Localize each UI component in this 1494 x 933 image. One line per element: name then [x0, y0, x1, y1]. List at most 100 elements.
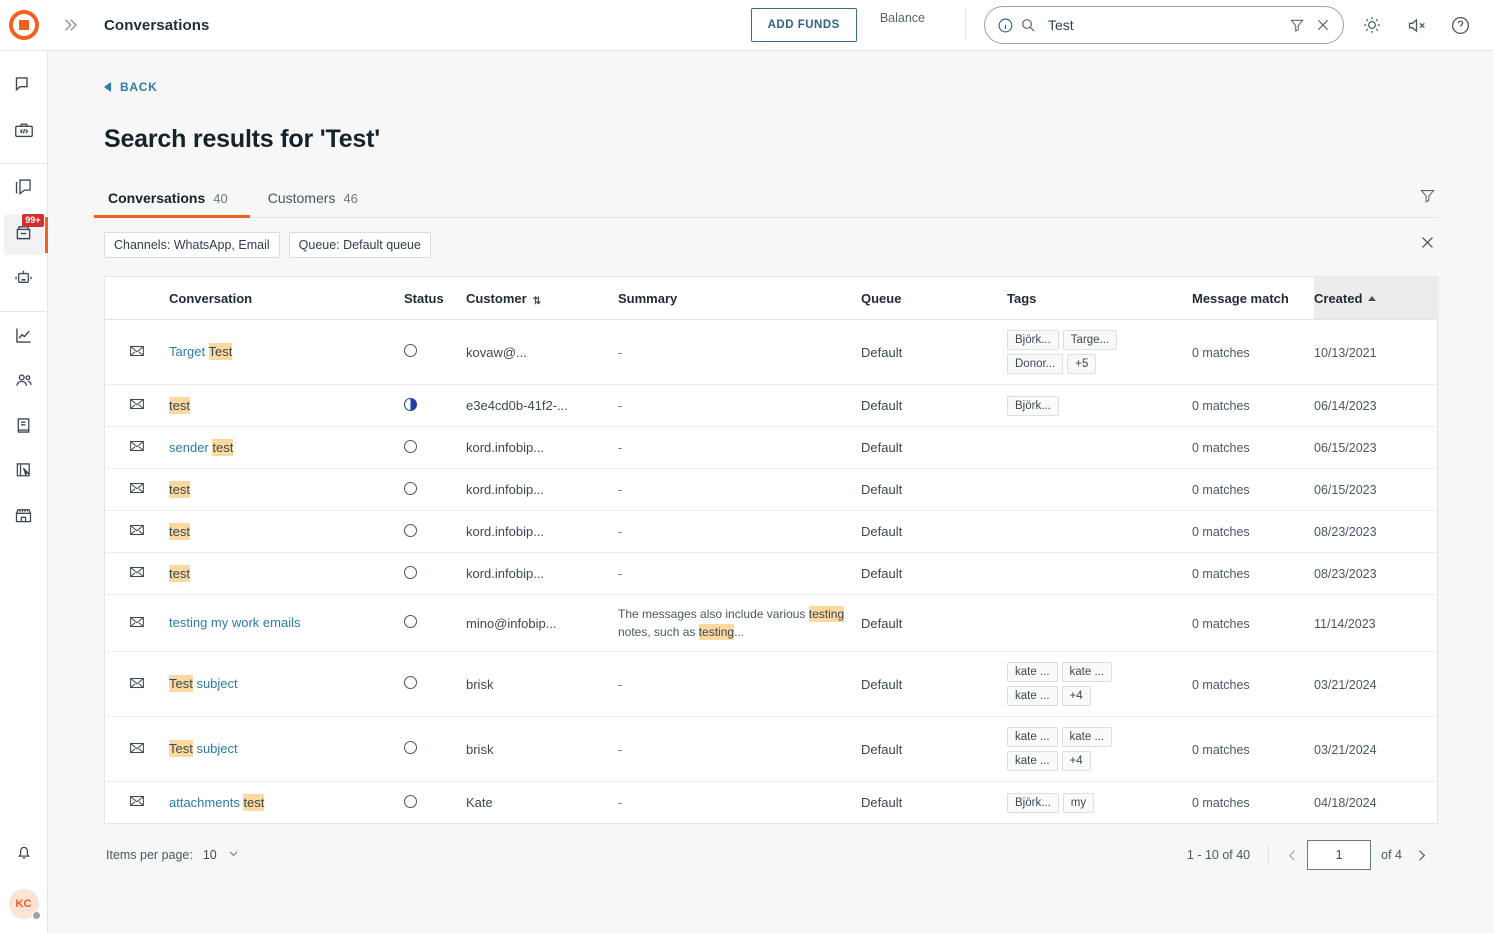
conversation-link[interactable]: attachments test	[169, 793, 265, 811]
th-customer[interactable]: Customer ⇅	[466, 277, 618, 320]
tab-customers[interactable]: Customers 46	[264, 190, 362, 217]
table-row[interactable]: Test subject brisk - Default kate ... kate ..…	[105, 651, 1439, 717]
tag-chip[interactable]: Björk...	[1007, 792, 1059, 813]
row-summary-cell: -	[618, 426, 861, 469]
brightness-icon[interactable]	[1350, 0, 1394, 51]
envelope-icon	[128, 674, 146, 692]
row-created-cell: 03/21/2024	[1314, 651, 1439, 717]
sidebar-item-developer-tools[interactable]	[4, 112, 44, 152]
th-tags[interactable]: Tags	[1007, 277, 1192, 320]
clear-filters-icon[interactable]	[1419, 234, 1436, 256]
filter-chip-channels[interactable]: Channels: WhatsApp, Email	[104, 232, 280, 258]
status-indicator-open	[404, 523, 417, 537]
table-row[interactable]: test kord.infobip... - Default 0 matches 08/2…	[105, 552, 1439, 595]
envelope-icon	[128, 521, 146, 539]
conversation-link[interactable]: test	[169, 564, 190, 582]
bell-icon[interactable]	[4, 832, 44, 872]
conversation-link[interactable]: sender test	[169, 438, 234, 456]
footer-divider	[1268, 844, 1270, 866]
th-queue[interactable]: Queue	[861, 277, 1007, 320]
tag-chip[interactable]: +4	[1061, 751, 1091, 771]
row-conversation-cell: Target Test	[169, 319, 404, 385]
close-icon[interactable]	[1315, 17, 1331, 33]
tab-conversations[interactable]: Conversations 40	[94, 190, 250, 218]
th-created[interactable]: Created	[1314, 277, 1439, 320]
table-row[interactable]: test kord.infobip... - Default 0 matches 06/1…	[105, 468, 1439, 511]
summary-empty: -	[618, 676, 623, 692]
row-message-match-cell: 0 matches	[1192, 468, 1314, 511]
tag-chip[interactable]: Targe...	[1062, 330, 1118, 350]
th-summary[interactable]: Summary	[618, 277, 861, 320]
filter-icon[interactable]	[1419, 187, 1436, 209]
tag-chip[interactable]: +5	[1067, 354, 1097, 374]
add-funds-button[interactable]: ADD FUNDS	[750, 8, 857, 42]
help-icon[interactable]	[1438, 0, 1482, 51]
tag-chip[interactable]: kate ...	[1061, 727, 1113, 747]
tag-chip[interactable]: kate ...	[1061, 662, 1113, 682]
conversation-link[interactable]: testing my work emails	[169, 615, 300, 630]
sidebar-item-answers[interactable]	[4, 260, 44, 300]
conversation-link[interactable]: Test subject	[169, 675, 238, 693]
rail-footer: KC	[4, 832, 44, 933]
tag-chip[interactable]: Björk...	[1007, 395, 1059, 416]
sidebar-item-conversations[interactable]	[4, 67, 44, 107]
table-header-row: Conversation Status Customer ⇅ Summary Qu…	[105, 277, 1439, 320]
table-row[interactable]: testing my work emails mino@infobip... The…	[105, 594, 1439, 652]
items-per-page-value[interactable]: 10	[203, 848, 217, 862]
chevron-down-icon[interactable]	[227, 847, 240, 863]
info-icon[interactable]	[997, 17, 1014, 34]
row-tags-cell: kate ... kate ... kate ... +4	[1007, 716, 1192, 782]
tag-chip[interactable]: kate ...	[1007, 751, 1058, 771]
table-row[interactable]: test e3e4cd0b-41f2-... - Default Björk... 0 m…	[105, 384, 1439, 427]
sidebar-item-inbox[interactable]: 99+	[3, 214, 48, 255]
sidebar-item-flows[interactable]	[4, 453, 44, 493]
sidebar-item-analytics[interactable]	[4, 318, 44, 358]
sidebar-item-people[interactable]	[4, 363, 44, 403]
tag-chip[interactable]: kate ...	[1007, 727, 1058, 747]
row-customer-cell: kord.infobip...	[466, 468, 618, 511]
sidebar-item-knowledge-base[interactable]	[4, 408, 44, 448]
table-row[interactable]: Test subject brisk - Default kate ... kate ..…	[105, 716, 1439, 782]
tag-chip[interactable]: Donor...	[1007, 354, 1064, 374]
table-row[interactable]: test kord.infobip... - Default 0 matches 08/2…	[105, 510, 1439, 553]
conversation-link[interactable]: Test subject	[169, 740, 238, 758]
chevron-double-right-icon[interactable]	[48, 0, 92, 51]
row-created-cell: 11/14/2023	[1314, 594, 1439, 652]
highlight: test	[169, 564, 190, 582]
tag-chip[interactable]: my	[1062, 792, 1095, 813]
tag-chip[interactable]: +4	[1061, 686, 1091, 706]
page-number-input[interactable]	[1307, 840, 1372, 870]
row-created-cell: 10/13/2021	[1314, 319, 1439, 385]
people-icon	[13, 370, 34, 396]
search-box[interactable]	[984, 6, 1344, 44]
rail-divider-2	[0, 311, 48, 312]
conversation-link[interactable]: test	[169, 396, 190, 414]
th-status[interactable]: Status	[404, 277, 466, 320]
tag-chip[interactable]: kate ...	[1007, 686, 1058, 706]
tag-chip[interactable]: kate ...	[1007, 662, 1058, 682]
table-row[interactable]: Target Test kovaw@... - Default Björk... Targ…	[105, 319, 1439, 385]
volume-muted-icon[interactable]	[1394, 0, 1438, 51]
search-input[interactable]	[1046, 16, 1283, 34]
next-page-button[interactable]	[1406, 840, 1436, 870]
results-table: Conversation Status Customer ⇅ Summary Qu…	[105, 277, 1439, 823]
summary-empty: -	[618, 344, 623, 360]
filter-icon[interactable]	[1289, 17, 1305, 33]
conversation-link[interactable]: Target Test	[169, 343, 233, 361]
table-row[interactable]: sender test kord.infobip... - Default 0 matc…	[105, 426, 1439, 469]
table-row[interactable]: attachments test Kate - Default Björk... my 0 …	[105, 782, 1439, 824]
tag-list: Björk... Targe... Donor... +5	[1007, 330, 1157, 374]
th-customer-label: Customer	[466, 291, 527, 306]
tag-chip[interactable]: Björk...	[1007, 330, 1059, 350]
th-message-match[interactable]: Message match	[1192, 277, 1314, 320]
sidebar-item-broadcasts[interactable]	[4, 170, 44, 210]
avatar[interactable]: KC	[8, 889, 41, 920]
back-button[interactable]: BACK	[104, 80, 157, 94]
prev-page-button[interactable]	[1277, 840, 1307, 870]
th-conversation[interactable]: Conversation	[169, 277, 404, 320]
conversation-link[interactable]: test	[169, 480, 190, 498]
sidebar-item-marketplace[interactable]	[4, 498, 44, 538]
conversation-link[interactable]: test	[169, 522, 190, 540]
row-customer-cell: kovaw@...	[466, 319, 618, 385]
filter-chip-queue[interactable]: Queue: Default queue	[288, 232, 431, 258]
